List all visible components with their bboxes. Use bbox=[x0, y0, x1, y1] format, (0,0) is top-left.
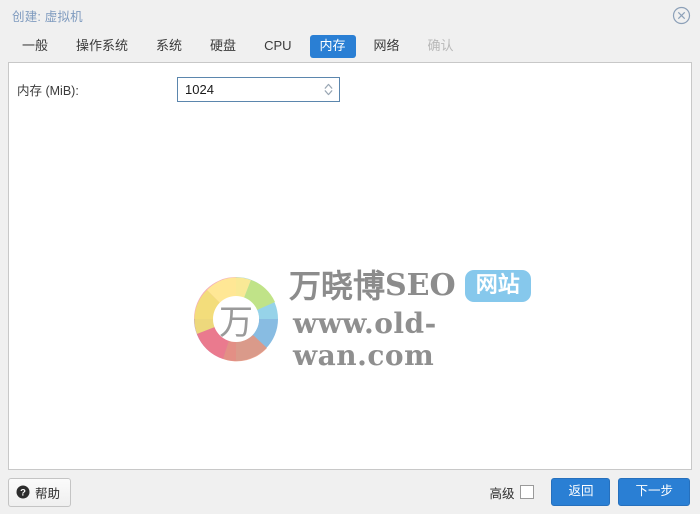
watermark: 万 万晓博 SEO 网站 www.old-wan.com bbox=[189, 266, 534, 372]
watermark-url: www.old-wan.com bbox=[293, 307, 437, 372]
memory-label: 内存 (MiB): bbox=[17, 84, 79, 98]
watermark-badge: 网站 bbox=[464, 270, 531, 302]
wizard-content-panel: 内存 (MiB): 1024 万 万晓博 SEO 网站 www.old-wan.… bbox=[8, 62, 692, 470]
watermark-brand-cn: 万晓博 bbox=[289, 267, 386, 305]
tab-os[interactable]: 操作系统 bbox=[66, 35, 138, 58]
spinner-up-down-icon[interactable] bbox=[317, 78, 339, 101]
tab-memory[interactable]: 内存 bbox=[309, 34, 356, 58]
advanced-label: 高级 bbox=[489, 486, 515, 501]
advanced-checkbox[interactable] bbox=[520, 485, 535, 499]
close-icon[interactable] bbox=[672, 6, 691, 25]
tab-general[interactable]: 一般 bbox=[12, 35, 58, 58]
tab-network[interactable]: 网络 bbox=[364, 35, 410, 58]
tab-disk[interactable]: 硬盘 bbox=[200, 35, 246, 58]
wan-swirl-logo-icon: 万 bbox=[189, 272, 283, 366]
watermark-brand-en: SEO bbox=[385, 268, 456, 303]
svg-text:?: ? bbox=[20, 488, 26, 499]
memory-spinbox[interactable]: 1024 bbox=[177, 77, 340, 102]
dialog-footer: ? 帮助 高级 返回 下一步 bbox=[0, 470, 700, 514]
tab-system[interactable]: 系统 bbox=[146, 35, 192, 58]
svg-text:万: 万 bbox=[219, 303, 253, 343]
dialog-titlebar: 创建: 虚拟机 bbox=[0, 0, 700, 30]
dialog-title: 创建: 虚拟机 bbox=[12, 9, 83, 24]
memory-form-row: 内存 (MiB): 1024 bbox=[9, 63, 691, 102]
advanced-option: 高级 bbox=[489, 483, 535, 502]
memory-input[interactable]: 1024 bbox=[178, 82, 317, 97]
tab-confirm: 确认 bbox=[427, 37, 454, 53]
watermark-brand-line: 万晓博 SEO 网站 bbox=[289, 266, 534, 306]
help-button-label: 帮助 bbox=[35, 486, 61, 501]
question-mark-icon: ? bbox=[16, 485, 30, 499]
create-vm-dialog: 创建: 虚拟机 一般 操作系统 系统 硬盘 CPU 内存 网络 确认 内存 (M… bbox=[0, 0, 700, 514]
wizard-tab-bar: 一般 操作系统 系统 硬盘 CPU 内存 网络 确认 bbox=[0, 30, 700, 62]
help-button[interactable]: ? 帮助 bbox=[8, 477, 72, 507]
watermark-text: 万晓博 SEO 网站 www.old-wan.com bbox=[289, 266, 534, 372]
back-button[interactable]: 返回 bbox=[551, 478, 611, 506]
tab-cpu[interactable]: CPU bbox=[254, 35, 301, 58]
next-button[interactable]: 下一步 bbox=[618, 478, 690, 506]
